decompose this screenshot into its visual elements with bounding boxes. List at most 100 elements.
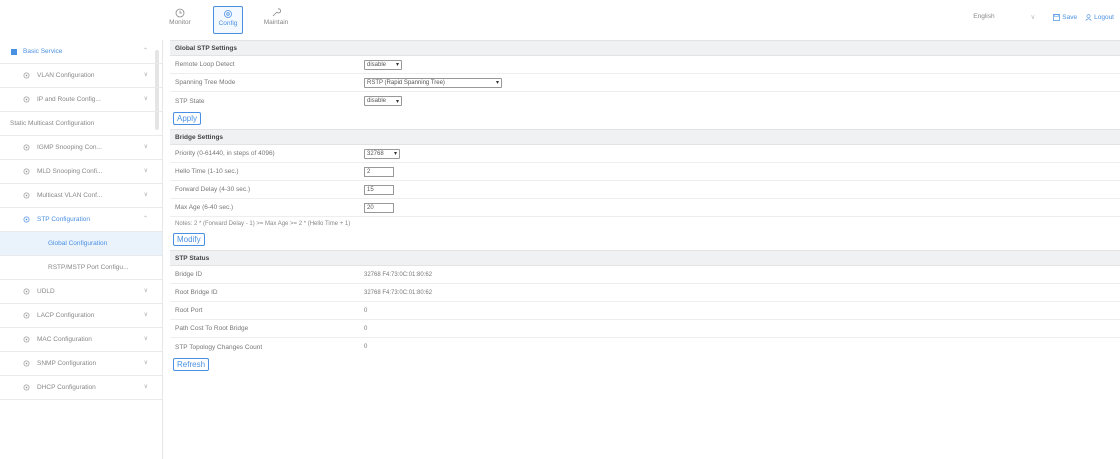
sidebar-item-label: SNMP Configuration xyxy=(37,360,97,367)
sidebar-item-mac[interactable]: MAC Configuration ∨ xyxy=(0,328,162,352)
settings-icon xyxy=(224,10,232,18)
spanning-tree-mode-select[interactable]: RSTP (Rapid Spanning Tree) ▾ xyxy=(364,77,502,88)
chevron-down-icon: ▾ xyxy=(395,62,399,68)
nav-config[interactable]: Config xyxy=(213,6,243,34)
nav-monitor[interactable]: Monitor xyxy=(165,6,195,34)
gear-icon xyxy=(23,312,30,319)
sidebar-item-mld[interactable]: MLD Snooping Confi... ∨ xyxy=(0,160,162,184)
sidebar-item-label: VLAN Configuration xyxy=(37,72,95,79)
row-path-cost: Path Cost To Root Bridge 0 xyxy=(170,320,1120,338)
row-label: Path Cost To Root Bridge xyxy=(175,325,249,332)
top-nav: Monitor Config Maintain xyxy=(165,6,309,34)
save-icon xyxy=(1053,13,1061,21)
clock-icon xyxy=(175,8,185,18)
sidebar-item-label: LACP Configuration xyxy=(37,312,95,319)
chevron-down-icon: ▾ xyxy=(393,151,397,157)
sidebar-item-label: IP and Route Config... xyxy=(37,96,101,103)
refresh-button[interactable]: Refresh xyxy=(173,358,210,371)
gear-icon xyxy=(23,96,30,103)
stp-state-select[interactable]: disable ▾ xyxy=(364,96,402,106)
select-value: disable xyxy=(367,98,387,104)
language-value: English xyxy=(973,13,995,20)
wrench-icon xyxy=(272,8,281,17)
chevron-down-icon: ∨ xyxy=(143,312,148,318)
row-label: Spanning Tree Mode xyxy=(175,79,236,86)
sidebar-item-rstp-mstp-port[interactable]: RSTP/MSTP Port Configu... xyxy=(0,256,162,280)
gear-icon xyxy=(23,72,30,79)
logout-label: Logout xyxy=(1094,13,1114,21)
select-value: 32768 xyxy=(367,150,384,157)
forward-delay-input[interactable]: 15 xyxy=(364,184,394,195)
sidebar-item-label: IGMP Snooping Con... xyxy=(37,144,102,151)
chevron-down-icon: ∨ xyxy=(143,336,148,342)
sidebar-item-global-configuration[interactable]: Global Configuration xyxy=(0,232,162,256)
sidebar-item-stp[interactable]: STP Configuration ⌃ xyxy=(0,208,162,232)
save-label: Save xyxy=(1062,13,1078,21)
gear-icon xyxy=(23,168,30,175)
sidebar-item-basic-service[interactable]: Basic Service ⌃ xyxy=(0,40,162,64)
gear-icon xyxy=(23,336,30,343)
chevron-down-icon: ∨ xyxy=(143,360,148,366)
gear-icon xyxy=(23,144,30,151)
row-hello-time: Hello Time (1-10 sec.) 2 xyxy=(170,163,1120,181)
save-link[interactable]: Save xyxy=(1053,14,1077,21)
chevron-up-icon: ⌃ xyxy=(142,48,148,54)
sidebar-item-vlan[interactable]: VLAN Configuration ∨ xyxy=(0,64,162,88)
chevron-down-icon: ∨ xyxy=(143,72,148,78)
row-label: Max Age (6-40 sec.) xyxy=(175,204,234,211)
sidebar-item-static-multicast[interactable]: Static Multicast Configuration xyxy=(0,112,162,136)
row-forward-delay: Forward Delay (4-30 sec.) 15 xyxy=(170,181,1120,199)
section-title-global-stp: Global STP Settings xyxy=(170,40,1120,56)
sidebar-item-dhcp[interactable]: DHCP Configuration ∨ xyxy=(0,376,162,400)
sidebar-item-label: STP Configuration xyxy=(37,216,90,223)
row-bridge-id: Bridge ID 32768 F4:73:0C:01:80:62 xyxy=(170,266,1120,284)
gear-icon xyxy=(23,360,30,367)
row-label: Priority (0-61440, in steps of 4096) xyxy=(175,150,275,157)
sidebar-item-label: RSTP/MSTP Port Configu... xyxy=(48,264,129,271)
chevron-down-icon: ∨ xyxy=(143,96,148,102)
root-bridge-id-value: 32768 F4:73:0C:01:80:62 xyxy=(364,289,433,296)
gear-icon xyxy=(23,192,30,199)
row-label: STP Topology Changes Count xyxy=(175,343,263,351)
row-remote-loop-detect: Remote Loop Detect disable ▾ xyxy=(170,56,1120,74)
select-value: disable xyxy=(367,61,387,68)
sidebar-item-multicast-vlan[interactable]: Multicast VLAN Conf... ∨ xyxy=(0,184,162,208)
nav-config-label: Config xyxy=(218,20,238,27)
chevron-down-icon: ▾ xyxy=(395,98,399,105)
row-label: STP State xyxy=(175,97,205,105)
max-age-input[interactable]: 20 xyxy=(364,202,394,213)
sidebar-item-udld[interactable]: UDLD ∨ xyxy=(0,280,162,304)
sidebar-item-label: MLD Snooping Confi... xyxy=(37,168,103,175)
apply-button[interactable]: Apply xyxy=(173,112,202,125)
chevron-down-icon: ∨ xyxy=(1030,14,1036,21)
row-root-port: Root Port 0 xyxy=(170,302,1120,320)
remote-loop-detect-select[interactable]: disable ▾ xyxy=(364,59,402,70)
nav-maintain[interactable]: Maintain xyxy=(261,6,291,34)
language-select[interactable]: English ∨ xyxy=(973,13,1035,21)
gear-icon xyxy=(23,288,30,295)
sidebar-item-label: Basic Service xyxy=(23,48,63,55)
row-label: Root Bridge ID xyxy=(175,289,218,296)
sidebar-item-ip-route[interactable]: IP and Route Config... ∨ xyxy=(0,88,162,112)
sidebar-item-label: MAC Configuration xyxy=(37,336,92,343)
logout-link[interactable]: Logout xyxy=(1085,14,1114,21)
sidebar-item-igmp[interactable]: IGMP Snooping Con... ∨ xyxy=(0,136,162,160)
nav-maintain-label: Maintain xyxy=(263,19,289,26)
chevron-down-icon: ▾ xyxy=(495,80,499,86)
hello-time-input[interactable]: 2 xyxy=(364,166,394,177)
top-bar: Monitor Config Maintain English ∨ Save L… xyxy=(0,0,1120,38)
section-title-bridge-settings: Bridge Settings xyxy=(170,129,1120,145)
sidebar-item-lacp[interactable]: LACP Configuration ∨ xyxy=(0,304,162,328)
row-max-age: Max Age (6-40 sec.) 20 xyxy=(170,199,1120,217)
row-spanning-tree-mode: Spanning Tree Mode RSTP (Rapid Spanning … xyxy=(170,74,1120,92)
priority-select[interactable]: 32768 ▾ xyxy=(364,148,400,159)
sidebar-item-snmp[interactable]: SNMP Configuration ∨ xyxy=(0,352,162,376)
chevron-up-icon: ⌃ xyxy=(142,216,148,222)
main-content: Global STP Settings Remote Loop Detect d… xyxy=(170,40,1120,375)
chevron-down-icon: ∨ xyxy=(143,384,148,390)
select-value: RSTP (Rapid Spanning Tree) xyxy=(367,79,445,86)
sidebar: Basic Service ⌃ VLAN Configuration ∨ IP … xyxy=(0,40,163,459)
section-title-stp-status: STP Status xyxy=(170,250,1120,266)
modify-button[interactable]: Modify xyxy=(173,233,205,246)
row-label: Bridge ID xyxy=(175,271,203,278)
